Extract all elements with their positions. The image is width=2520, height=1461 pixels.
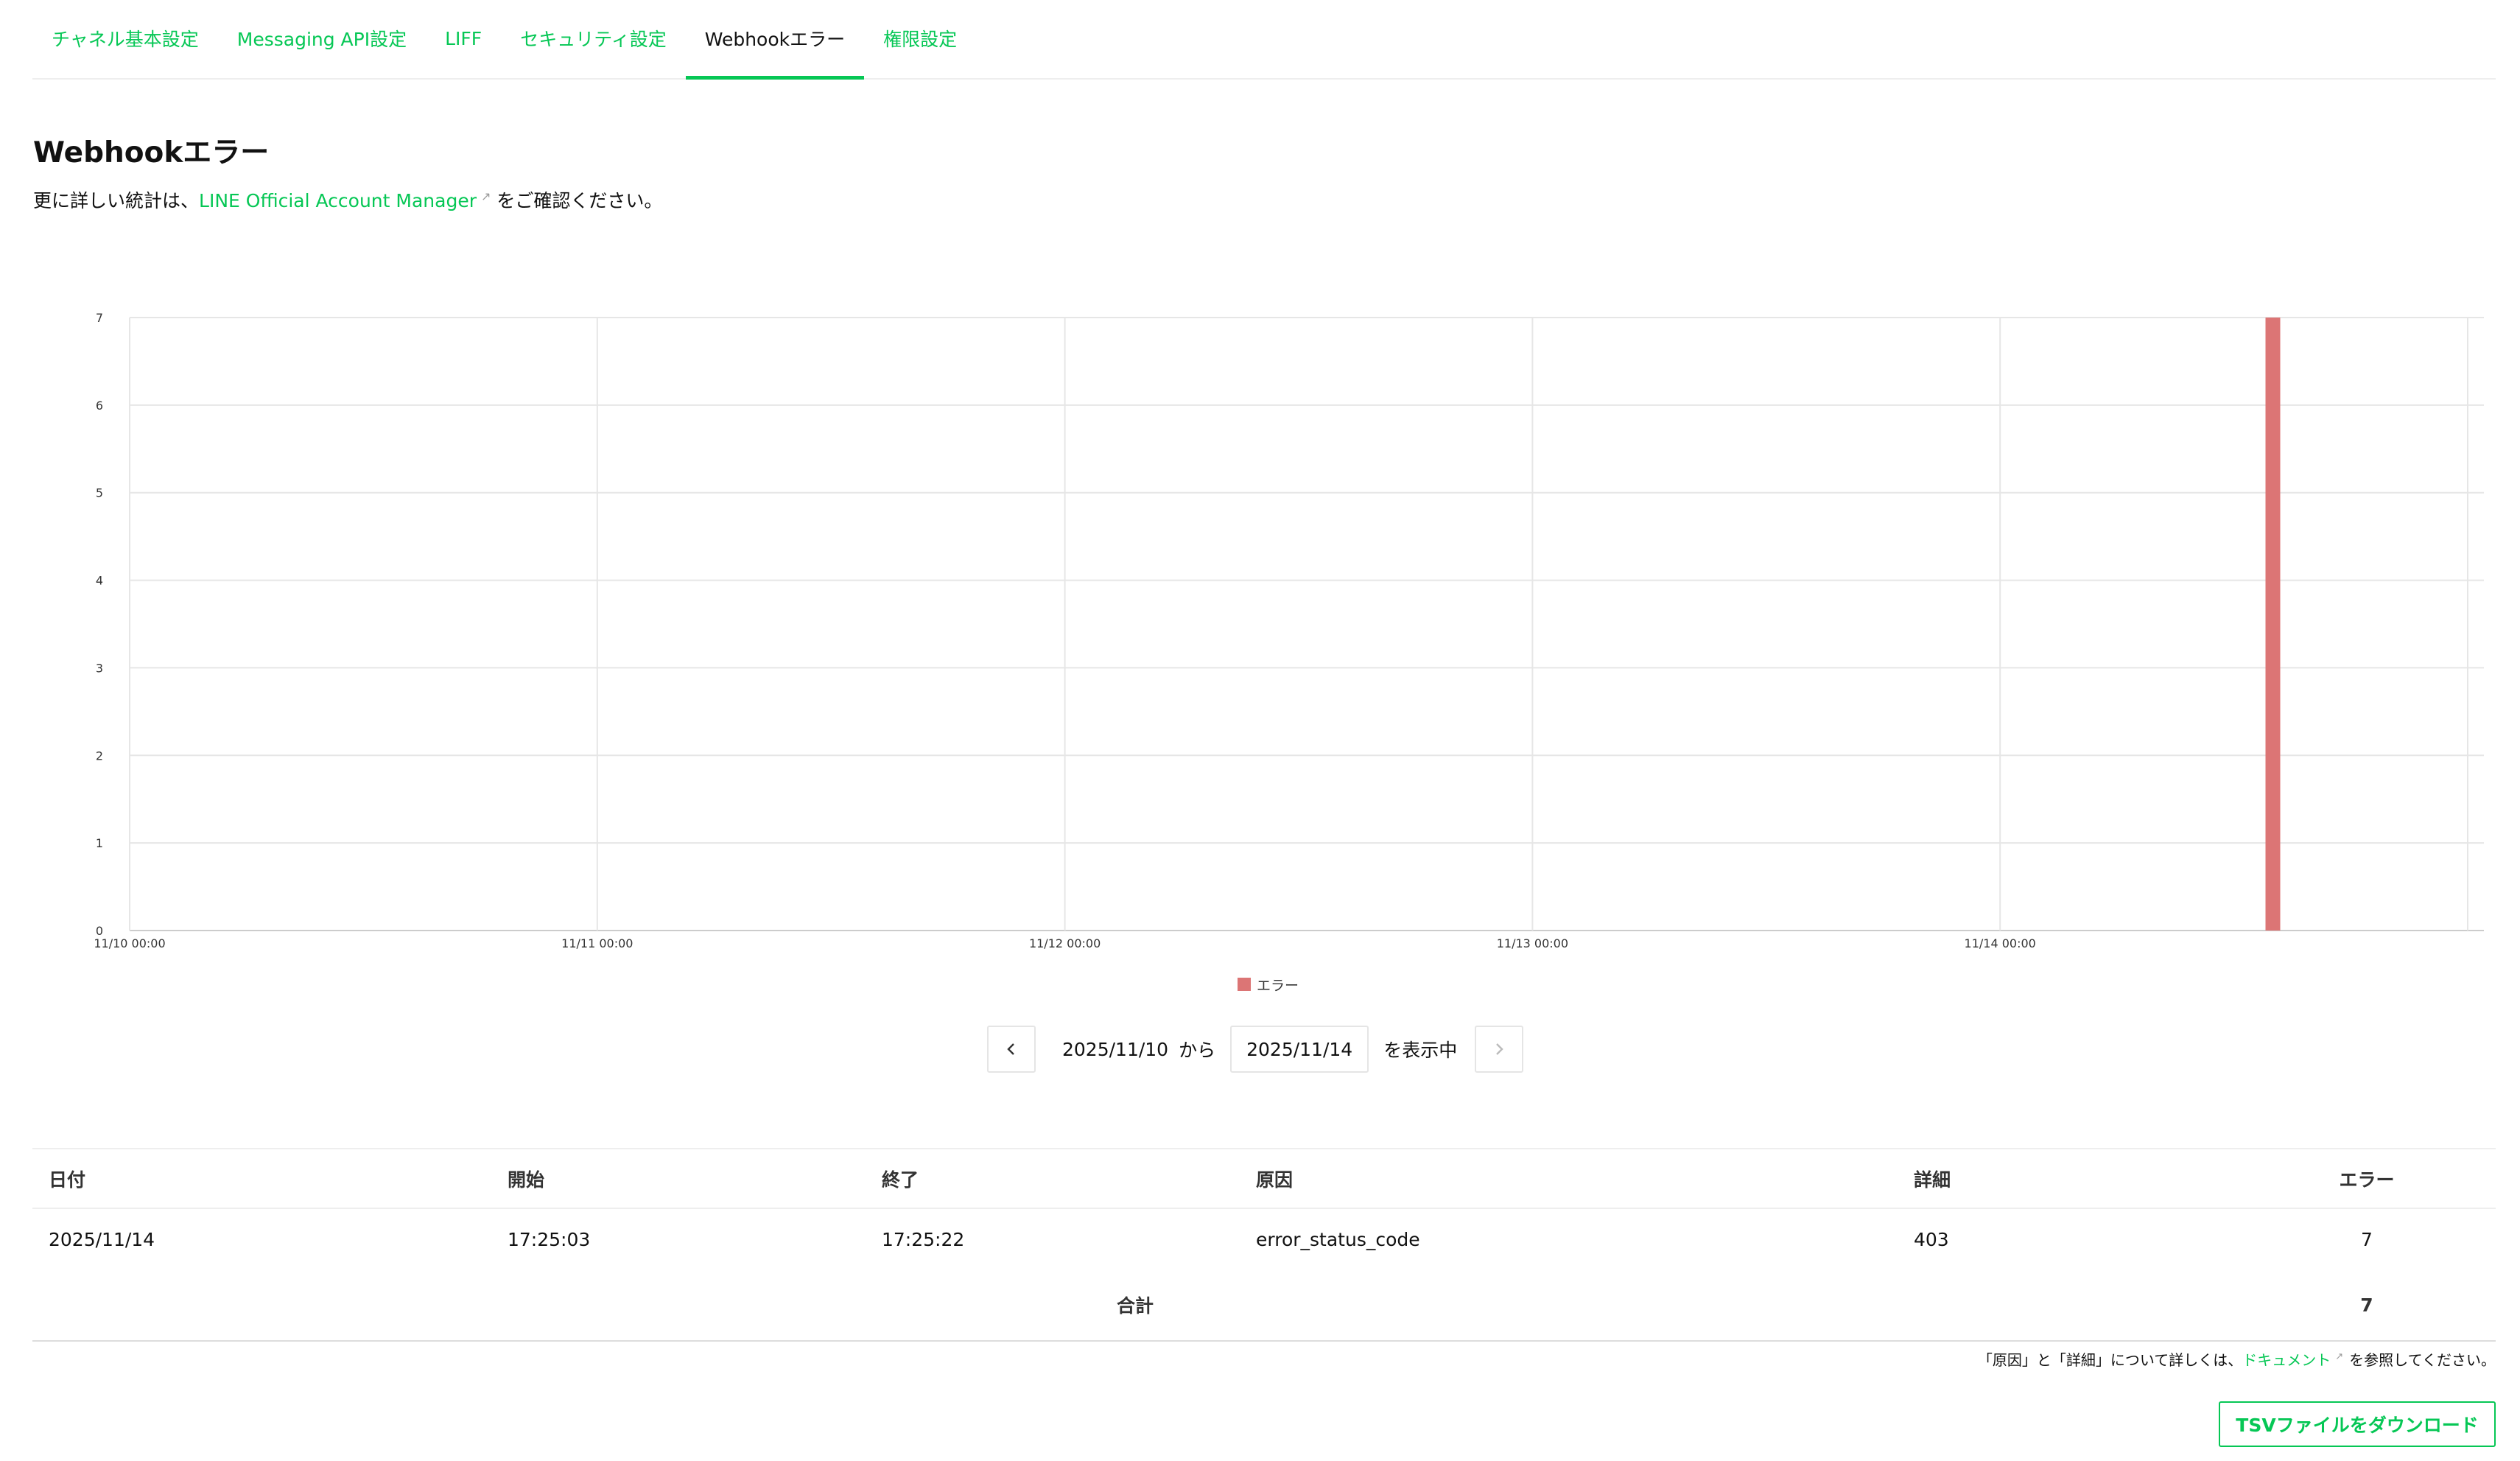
x-tick-label: 11/14 00:00 xyxy=(1965,936,2036,950)
error-bar xyxy=(2265,318,2281,931)
cell-end: 17:25:22 xyxy=(882,1228,965,1250)
chevron-left-icon xyxy=(1007,1043,1014,1055)
cell-errors: 7 xyxy=(2361,1228,2373,1250)
y-tick-label: 5 xyxy=(96,486,103,500)
cell-start: 17:25:03 xyxy=(508,1228,591,1250)
documentation-link[interactable]: ドキュメント xyxy=(2242,1351,2331,1369)
webhook-error-table: 日付 開始 終了 原因 詳細 エラー 2025/11/14 17:25:03 1… xyxy=(32,1148,2496,1342)
y-tick-label: 3 xyxy=(96,661,103,675)
cell-detail: 403 xyxy=(1914,1228,1949,1250)
documentation-note: 「原因」と「詳細」について詳しくは、ドキュメント ↗ を参照してください。 xyxy=(1978,1348,2496,1370)
note-suffix: を参照してください。 xyxy=(2349,1351,2496,1369)
webhook-error-chart: 0123456711/10 00:00 11/11 00:00 11/12 00:0… xyxy=(94,311,2484,994)
table-header-row: 日付 開始 終了 原因 詳細 エラー xyxy=(32,1148,2496,1209)
table-row: 2025/11/14 17:25:03 17:25:22 error_statu… xyxy=(32,1209,2496,1269)
y-tick-label: 1 xyxy=(96,836,103,850)
range-to-date-input[interactable]: 2025/11/14 xyxy=(1230,1026,1369,1073)
range-to-suffix: を表示中 xyxy=(1383,1040,1458,1061)
download-tsv-button[interactable]: TSVファイルをダウンロード xyxy=(2219,1401,2496,1447)
previous-range-button[interactable] xyxy=(987,1026,1036,1073)
header-end: 終了 xyxy=(882,1169,919,1191)
external-link-icon: ↗ xyxy=(2335,1351,2344,1363)
chevron-right-icon xyxy=(1496,1043,1503,1055)
total-errors: 7 xyxy=(2360,1294,2373,1316)
total-label: 合計 xyxy=(1116,1295,1154,1317)
header-detail: 詳細 xyxy=(1914,1169,1951,1191)
table-total-row: 合計 7 xyxy=(32,1269,2496,1342)
header-reason: 原因 xyxy=(1256,1169,1294,1191)
y-tick-label: 4 xyxy=(96,574,103,588)
x-tick-label: 11/11 00:00 xyxy=(561,936,633,950)
range-from-date: 2025/11/10 xyxy=(1062,1038,1169,1060)
cell-date: 2025/11/14 xyxy=(49,1228,155,1250)
legend-swatch xyxy=(1238,978,1251,991)
x-tick-label: 11/12 00:00 xyxy=(1029,936,1101,950)
y-tick-label: 7 xyxy=(96,311,103,325)
range-from-suffix: から xyxy=(1179,1040,1216,1061)
header-start: 開始 xyxy=(508,1169,545,1191)
cell-reason: error_status_code xyxy=(1256,1228,1420,1250)
y-tick-label: 2 xyxy=(96,749,103,763)
legend-label: エラー xyxy=(1257,978,1299,994)
date-range-nav: 2025/11/10 から 2025/11/14 を表示中 xyxy=(987,1026,1524,1073)
note-prefix: 「原因」と「詳細」について詳しくは、 xyxy=(1977,1351,2243,1369)
header-date: 日付 xyxy=(49,1169,86,1191)
next-range-button[interactable] xyxy=(1475,1026,1524,1073)
header-errors: エラー xyxy=(2339,1169,2395,1191)
y-tick-label: 6 xyxy=(96,399,103,413)
x-tick-label: 11/10 00:00 xyxy=(94,936,165,950)
x-tick-label: 11/13 00:00 xyxy=(1497,936,1568,950)
